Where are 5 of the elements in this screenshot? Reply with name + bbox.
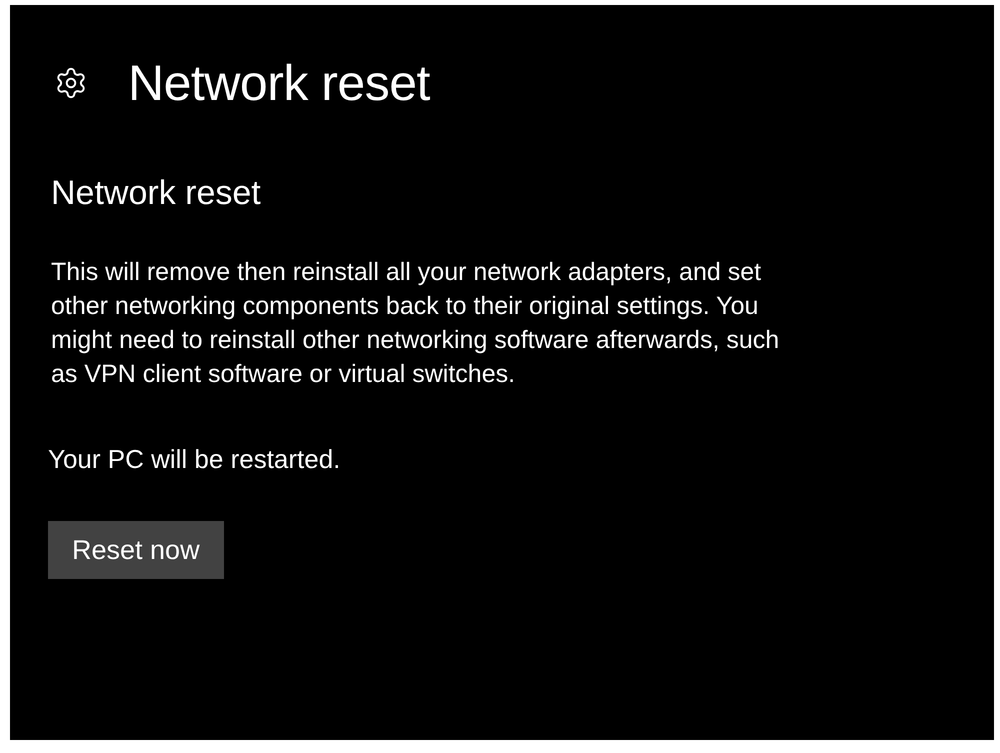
page-title: Network reset xyxy=(128,54,430,113)
section-heading: Network reset xyxy=(51,173,261,213)
description-text: This will remove then reinstall all your network adapters, and set other networking components back to their original settings. You might need to reinstall other networking software afterwards, such as VPN client software or virtual switches. xyxy=(51,257,780,390)
restart-note: Your PC will be restarted. xyxy=(48,443,340,475)
reset-now-button[interactable]: Reset now xyxy=(48,521,224,579)
